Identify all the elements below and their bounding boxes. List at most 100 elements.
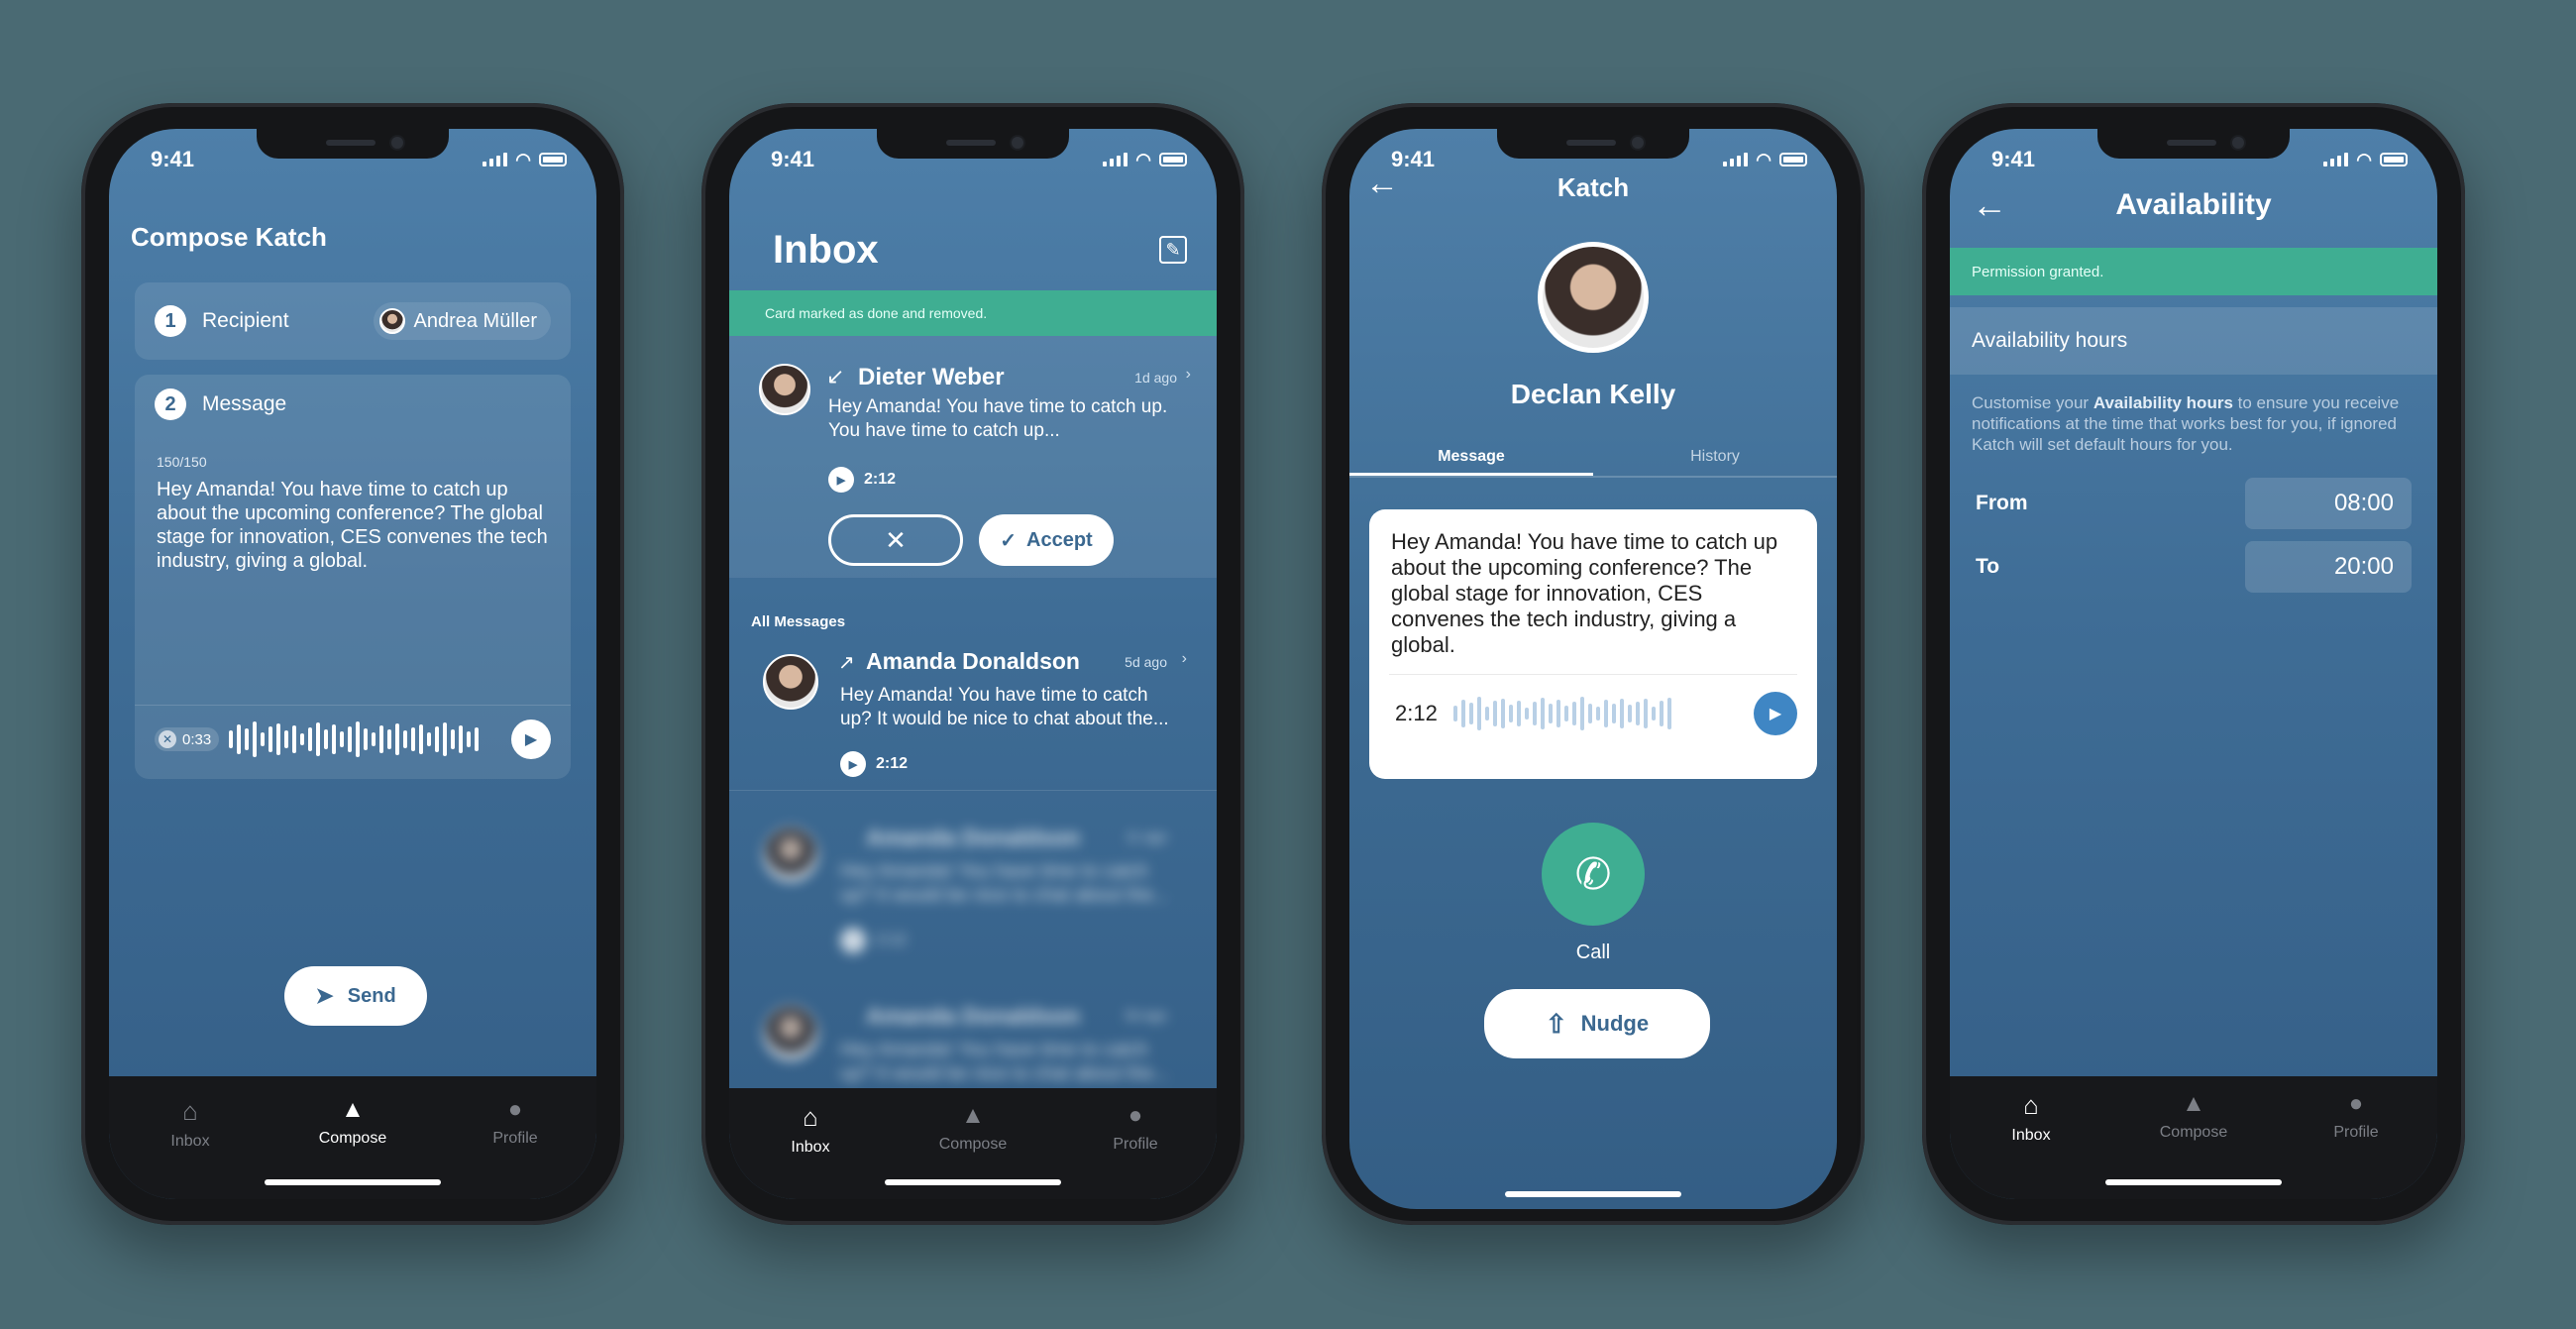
phone-katch: 9:41 ◠ ← Katch Declan Kelly Message Hist… bbox=[1322, 103, 1865, 1225]
tab-profile[interactable]: ● Profile bbox=[2297, 1090, 2415, 1199]
sender-name: Amanda Donaldson bbox=[866, 648, 1080, 674]
tab-profile[interactable]: ● Profile bbox=[456, 1096, 575, 1199]
tab-inbox[interactable]: ⌂ Inbox bbox=[1972, 1090, 2091, 1199]
play-icon: ▶ bbox=[524, 731, 538, 748]
tab-history[interactable]: History bbox=[1593, 448, 1837, 476]
from-time-input[interactable]: 08:00 bbox=[2245, 478, 2412, 529]
signal-icon bbox=[1723, 153, 1749, 166]
recipient-field[interactable]: 1 Recipient Andrea Müller bbox=[135, 282, 571, 360]
close-icon: ✕ bbox=[885, 524, 907, 555]
status-time: 9:41 bbox=[151, 147, 195, 171]
section-header: Availability hours bbox=[1950, 307, 2437, 375]
tab-label: Profile bbox=[492, 1130, 538, 1147]
message-time: 11 ago bbox=[1126, 829, 1167, 844]
message-card: Hey Amanda! You have time to catch up ab… bbox=[1369, 509, 1817, 779]
battery-icon bbox=[1159, 153, 1187, 166]
compose-screen: 9:41 ◠ Compose Katch 1 Recipient Andrea … bbox=[109, 129, 596, 1199]
status-time: 9:41 bbox=[1391, 147, 1436, 171]
list-item[interactable]: Amanda Donaldson 5d ago Hey Amanda! You … bbox=[729, 985, 1217, 1104]
tab-inbox[interactable]: ⌂ Inbox bbox=[751, 1102, 870, 1199]
message-label: Message bbox=[202, 392, 287, 415]
to-label: To bbox=[1976, 555, 2000, 578]
home-indicator bbox=[1505, 1191, 1681, 1197]
sender-name: Dieter Weber bbox=[858, 364, 1005, 390]
send-button[interactable]: ➤ Send bbox=[284, 966, 427, 1026]
tab-inbox[interactable]: ⌂ Inbox bbox=[131, 1096, 250, 1199]
description: Customise your Availability hours to ens… bbox=[1972, 392, 2412, 455]
list-item[interactable]: ↗ Amanda Donaldson 5d ago › Hey Amanda! … bbox=[729, 634, 1217, 791]
audio-duration: 0:33 bbox=[182, 730, 212, 748]
message-preview: Hey Amanda! You have time to catch up? I… bbox=[840, 861, 1169, 906]
tab-label: Profile bbox=[1113, 1136, 1158, 1153]
send-icon: ➤ bbox=[315, 983, 334, 1008]
status-bar: 9:41 ◠ bbox=[1991, 145, 2408, 174]
play-button[interactable]: ▶ bbox=[840, 751, 866, 777]
home-icon: ⌂ bbox=[803, 1102, 818, 1132]
home-icon: ⌂ bbox=[182, 1096, 198, 1126]
remove-audio-icon[interactable]: ✕ bbox=[159, 730, 176, 748]
call-label: Call bbox=[1575, 941, 1611, 963]
tab-label: Inbox bbox=[170, 1133, 210, 1150]
check-icon: ✓ bbox=[1000, 529, 1018, 552]
status-banner: Permission granted. bbox=[1950, 248, 2437, 295]
audio-waveform bbox=[229, 720, 501, 759]
status-bar: 9:41 ◠ bbox=[151, 145, 567, 174]
tab-profile[interactable]: ● Profile bbox=[1076, 1102, 1195, 1199]
sender-name: Amanda Donaldson bbox=[866, 1003, 1080, 1029]
compose-icon: ▲ bbox=[2182, 1090, 2205, 1117]
accept-button[interactable]: ✓ Accept bbox=[979, 514, 1114, 566]
play-icon: ▶ bbox=[848, 758, 858, 771]
message-time: 5d ago bbox=[1125, 1007, 1167, 1023]
profile-icon: ● bbox=[507, 1096, 523, 1123]
nudge-label: Nudge bbox=[1580, 1011, 1650, 1036]
decline-button[interactable]: ✕ bbox=[828, 514, 963, 566]
message-time: 1d ago bbox=[1134, 370, 1177, 386]
message-preview: Hey Amanda! You have time to catch up. Y… bbox=[828, 396, 1168, 441]
play-button[interactable]: ▶ bbox=[511, 720, 551, 759]
avatar bbox=[763, 827, 818, 882]
phone-availability: 9:41 ◠ ← Availability Permission granted… bbox=[1922, 103, 2465, 1225]
wifi-icon: ◠ bbox=[1135, 149, 1151, 169]
tab-message[interactable]: Message bbox=[1349, 448, 1593, 476]
audio-duration: 2:12 bbox=[876, 932, 908, 948]
home-icon: ⌂ bbox=[2023, 1090, 2039, 1120]
compose-icon: ▲ bbox=[961, 1102, 985, 1129]
profile-icon: ● bbox=[2348, 1090, 2364, 1117]
status-time: 9:41 bbox=[1991, 147, 2036, 171]
play-button[interactable] bbox=[840, 928, 866, 953]
chevron-right-icon: › bbox=[1185, 366, 1191, 383]
message-text[interactable]: Hey Amanda! You have time to catch up ab… bbox=[157, 478, 553, 573]
call-button[interactable]: ✆ bbox=[1542, 823, 1645, 926]
description-emphasis: Availability hours bbox=[2093, 393, 2233, 412]
description-text: Customise your bbox=[1972, 393, 2093, 412]
segmented-tabs: Message History bbox=[1349, 448, 1837, 478]
avatar bbox=[763, 1005, 818, 1060]
audio-duration: 2:12 bbox=[876, 755, 909, 772]
play-icon: ▶ bbox=[836, 474, 846, 487]
tab-label: Compose bbox=[318, 1130, 387, 1147]
outgoing-arrow-icon: ↗ bbox=[838, 652, 855, 674]
wifi-icon: ◠ bbox=[1756, 149, 1771, 169]
page-title: Availability bbox=[2115, 188, 2272, 221]
play-button[interactable]: ▶ bbox=[1754, 692, 1797, 735]
audio-chip[interactable]: ✕ 0:33 bbox=[155, 727, 220, 751]
message-field[interactable]: 2 Message 150/150 Hey Amanda! You have t… bbox=[135, 375, 571, 779]
avatar bbox=[759, 364, 810, 415]
avatar bbox=[379, 308, 406, 334]
recipient-chip[interactable]: Andrea Müller bbox=[374, 302, 551, 340]
page-title: Inbox bbox=[773, 228, 879, 272]
tab-label: Inbox bbox=[2011, 1127, 2051, 1144]
signal-icon bbox=[1103, 153, 1128, 166]
compose-new-icon[interactable]: ✎ bbox=[1159, 236, 1187, 264]
status-bar: 9:41 ◠ bbox=[771, 145, 1187, 174]
pending-card[interactable]: ↙ Dieter Weber 1d ago › Hey Amanda! You … bbox=[729, 336, 1217, 578]
section-label: All Messages bbox=[751, 613, 846, 630]
to-time-input[interactable]: 20:00 bbox=[2245, 541, 2412, 593]
play-button[interactable]: ▶ bbox=[828, 467, 854, 493]
signal-icon bbox=[2323, 153, 2349, 166]
message-time: 5d ago bbox=[1125, 654, 1167, 670]
list-item[interactable]: Amanda Donaldson 11 ago Hey Amanda! You … bbox=[729, 807, 1217, 975]
nudge-button[interactable]: ⇧ Nudge bbox=[1484, 989, 1710, 1058]
contact-name: Declan Kelly bbox=[1510, 379, 1676, 409]
message-preview: Hey Amanda! You have time to catch up? I… bbox=[840, 685, 1169, 729]
